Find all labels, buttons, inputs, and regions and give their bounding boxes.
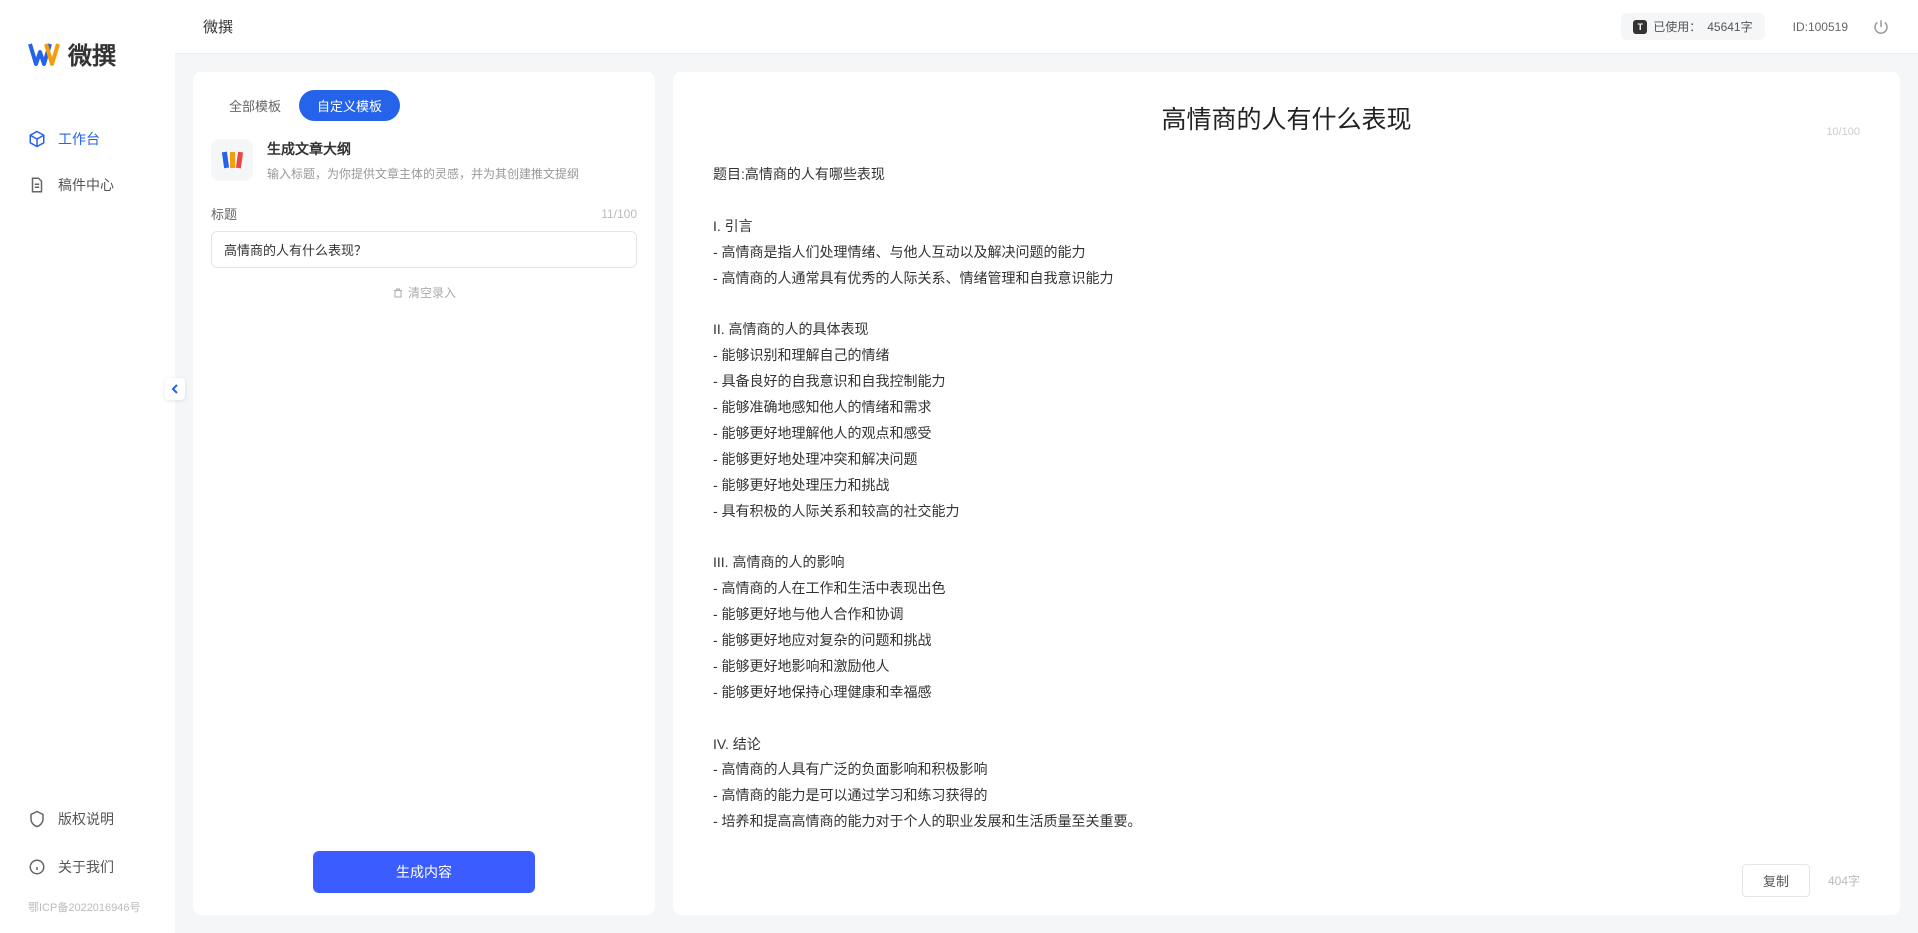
user-id: ID:100519 [1793, 20, 1848, 34]
title-field-count: 11/100 [601, 207, 637, 221]
shield-icon [28, 810, 46, 828]
nav-item-drafts[interactable]: 稿件中心 [14, 165, 161, 205]
logo[interactable]: 微撰 [0, 36, 175, 119]
generate-button[interactable]: 生成内容 [313, 851, 535, 893]
output-title-count: 10/100 [1826, 126, 1860, 138]
output-body: 题目:高情商的人有哪些表现 I. 引言 - 高情商是指人们处理情绪、与他人互动以… [673, 144, 1900, 854]
nav-item-about[interactable]: 关于我们 [14, 847, 161, 887]
topbar: 微撰 T 已使用： 45641字 ID:100519 [175, 0, 1918, 54]
tab-all-templates[interactable]: 全部模板 [211, 90, 299, 121]
nav-item-label: 关于我们 [58, 857, 114, 877]
nav-item-label: 稿件中心 [58, 175, 114, 195]
nav-item-copyright[interactable]: 版权说明 [14, 799, 161, 839]
trash-icon [392, 287, 404, 299]
cube-icon [28, 130, 46, 148]
tab-row: 全部模板 自定义模板 [193, 90, 655, 139]
logo-icon [28, 38, 60, 70]
title-input[interactable] [211, 231, 637, 268]
usage-badge-icon: T [1633, 20, 1647, 34]
template-desc: 输入标题，为你提供文章主体的灵感，并为其创建推文提纲 [267, 165, 637, 182]
chevron-left-icon [170, 384, 180, 394]
usage-prefix: 已使用： [1653, 18, 1701, 35]
title-field-label: 标题 [211, 204, 237, 223]
nav-item-label: 工作台 [58, 129, 100, 149]
logo-text: 微撰 [68, 36, 116, 71]
clear-label: 清空录入 [408, 284, 456, 301]
content: 全部模板 自定义模板 生成文章大纲 输入标题，为你提供文章主体的灵感，并为其创建… [175, 54, 1918, 933]
template-title: 生成文章大纲 [267, 139, 637, 159]
copy-button[interactable]: 复制 [1742, 864, 1810, 897]
icp-text: 鄂ICP备2022016946号 [0, 895, 175, 915]
right-panel: 高情商的人有什么表现 10/100 题目:高情商的人有哪些表现 I. 引言 - … [673, 72, 1900, 915]
main: 微撰 T 已使用： 45641字 ID:100519 全部模板 自定义模板 [175, 0, 1918, 933]
nav-item-label: 版权说明 [58, 809, 114, 829]
clear-input-button[interactable]: 清空录入 [392, 284, 456, 301]
left-panel: 全部模板 自定义模板 生成文章大纲 输入标题，为你提供文章主体的灵感，并为其创建… [193, 72, 655, 915]
sidebar-bottom: 版权说明 关于我们 [0, 799, 175, 895]
usage-value: 45641字 [1707, 18, 1752, 35]
usage-badge[interactable]: T 已使用： 45641字 [1621, 13, 1764, 40]
nav-item-workspace[interactable]: 工作台 [14, 119, 161, 159]
sidebar: 微撰 工作台 稿件中心 版权说明 关于我们 鄂ICP备2022016946号 [0, 0, 175, 933]
template-books-icon [211, 139, 253, 181]
collapse-handle[interactable] [165, 378, 185, 400]
tab-custom-templates[interactable]: 自定义模板 [299, 90, 400, 121]
word-count: 404字 [1828, 872, 1860, 889]
template-card: 生成文章大纲 输入标题，为你提供文章主体的灵感，并为其创建推文提纲 [193, 139, 655, 204]
nav: 工作台 稿件中心 [0, 119, 175, 799]
info-icon [28, 858, 46, 876]
output-title: 高情商的人有什么表现 [713, 100, 1860, 136]
topbar-title: 微撰 [203, 16, 233, 37]
power-icon[interactable] [1872, 18, 1890, 36]
doc-icon [28, 176, 46, 194]
title-field-section: 标题 11/100 [193, 204, 655, 268]
